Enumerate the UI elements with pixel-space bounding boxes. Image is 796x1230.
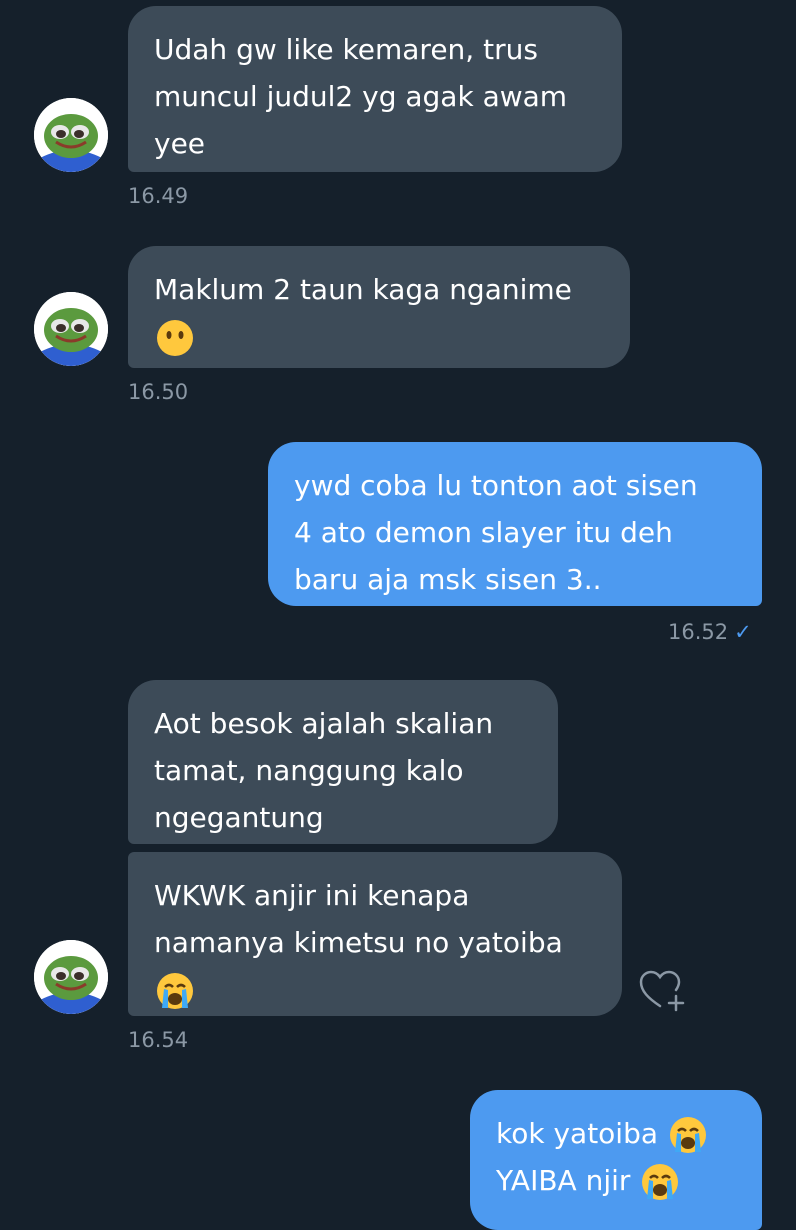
message-text: ngegantung — [154, 801, 324, 834]
message-bubble-incoming[interactable]: WKWK anjir ini kenapa namanya kimetsu no… — [128, 852, 622, 1016]
message-bubble-incoming[interactable]: Aot besok ajalah skalian tamat, nanggung… — [128, 680, 558, 844]
sent-check-icon: ✓ — [734, 620, 752, 644]
message-text: kok yatoiba — [496, 1117, 659, 1150]
timestamp-text: 16.52 — [668, 620, 729, 644]
pepe-frog-avatar-icon — [34, 292, 108, 366]
message-timestamp: 16.50 — [128, 380, 189, 404]
heart-plus-icon[interactable] — [638, 968, 686, 1012]
loudly-crying-face-icon — [641, 1163, 679, 1201]
message-text: WKWK anjir ini kenapa — [154, 879, 470, 912]
message-text: Udah gw like kemaren, trus — [154, 33, 538, 66]
message-text: 4 ato demon slayer itu deh — [294, 516, 673, 549]
avatar[interactable] — [34, 98, 108, 172]
message-line: YAIBA njir — [496, 1157, 736, 1204]
pepe-frog-avatar-icon — [34, 98, 108, 172]
message-bubble-outgoing[interactable]: kok yatoiba YAIBA njir — [470, 1090, 762, 1230]
message-text: ywd coba lu tonton aot sisen — [294, 469, 698, 502]
message-text: Maklum 2 taun kaga nganime — [154, 273, 572, 306]
message-bubble-incoming[interactable]: Maklum 2 taun kaga nganime — [128, 246, 630, 368]
message-timestamp: 16.54 — [128, 1028, 189, 1052]
message-text: yee — [154, 127, 206, 160]
message-line: kok yatoiba — [496, 1110, 736, 1157]
loudly-crying-face-icon — [669, 1116, 707, 1154]
message-text: baru aja msk sisen 3.. — [294, 563, 602, 596]
avatar[interactable] — [34, 940, 108, 1014]
message-timestamp: 16.49 — [128, 184, 189, 208]
emoji-line — [154, 313, 604, 360]
avatar[interactable] — [34, 292, 108, 366]
message-text: Aot besok ajalah skalian — [154, 707, 494, 740]
loudly-crying-face-icon — [156, 972, 194, 1010]
message-text: muncul judul2 yg agak awam — [154, 80, 568, 113]
neutral-face-icon — [156, 319, 194, 357]
message-text: tamat, nanggung kalo — [154, 754, 464, 787]
message-bubble-incoming[interactable]: Udah gw like kemaren, trus muncul judul2… — [128, 6, 622, 172]
message-bubble-outgoing[interactable]: ywd coba lu tonton aot sisen 4 ato demon… — [268, 442, 762, 606]
emoji-line — [154, 966, 596, 1013]
pepe-frog-avatar-icon — [34, 940, 108, 1014]
message-text: namanya kimetsu no yatoiba — [154, 926, 563, 959]
message-text: YAIBA njir — [496, 1164, 631, 1197]
message-timestamp: 16.52 ✓ — [668, 620, 752, 644]
